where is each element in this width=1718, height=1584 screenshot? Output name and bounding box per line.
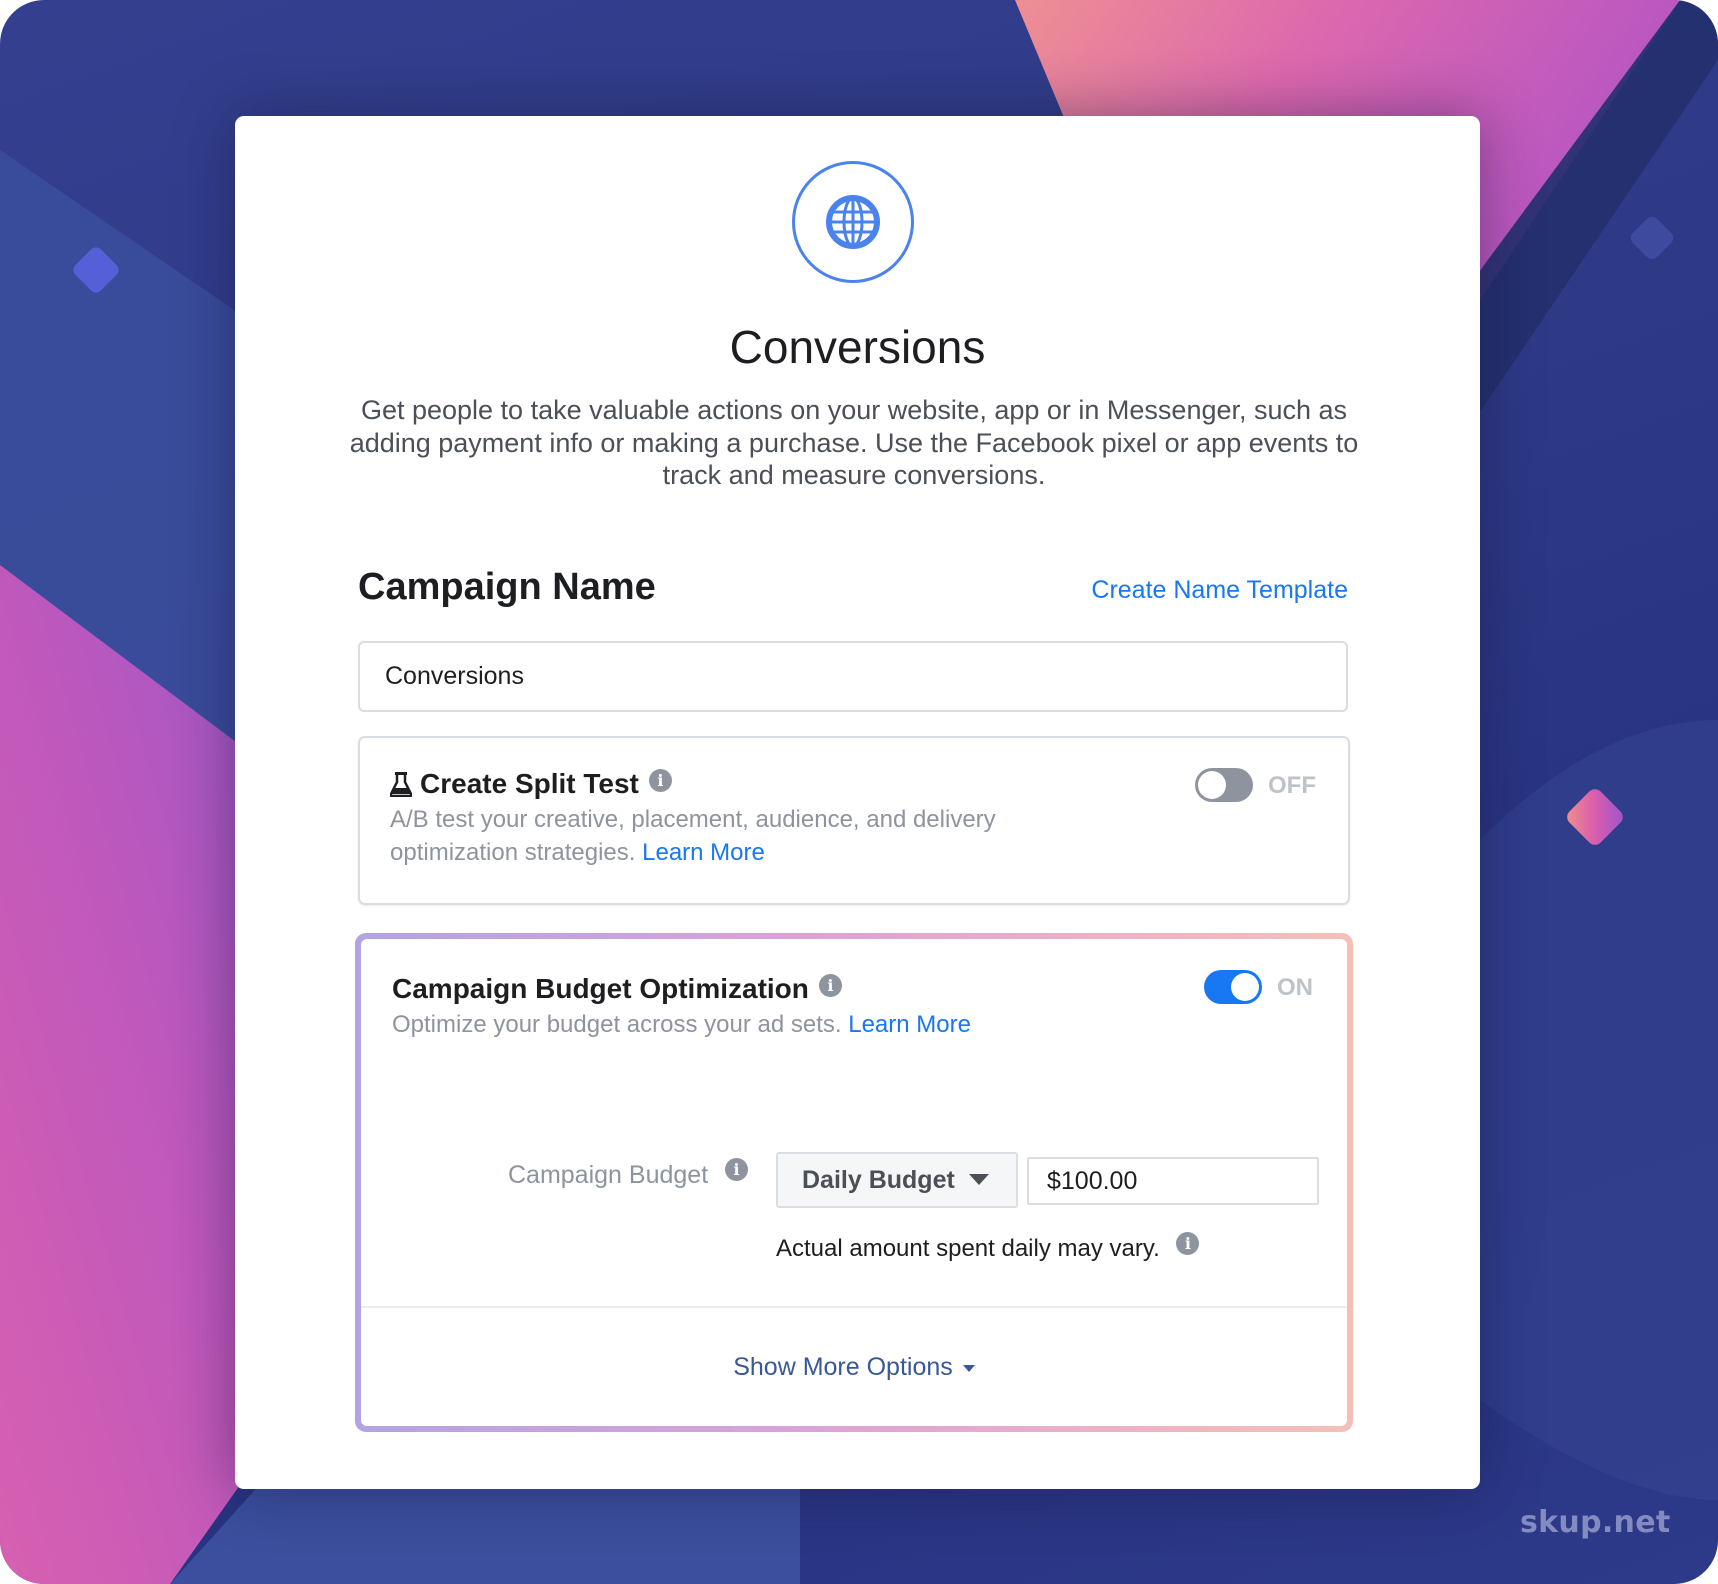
campaign-name-heading: Campaign Name bbox=[358, 566, 656, 608]
objective-icon bbox=[792, 161, 914, 283]
campaign-budget-label: Campaign Budget i bbox=[508, 1158, 749, 1190]
budget-type-dropdown[interactable]: Daily Budget bbox=[776, 1152, 1018, 1208]
cbo-panel-body: Campaign Budget Optimization i Optimize … bbox=[361, 939, 1347, 1426]
split-test-info-icon[interactable]: i bbox=[648, 768, 672, 792]
budget-note-text: Actual amount spent daily may vary. bbox=[776, 1235, 1160, 1262]
globe-icon bbox=[826, 195, 880, 249]
split-test-description: A/B test your creative, placement, audie… bbox=[390, 803, 1050, 869]
flask-icon bbox=[390, 772, 412, 797]
cbo-title-row: Campaign Budget Optimization i bbox=[392, 973, 842, 1005]
budget-note-info-icon[interactable]: i bbox=[1176, 1232, 1200, 1255]
show-more-options-button[interactable]: Show More Options bbox=[361, 1353, 1347, 1382]
cbo-toggle[interactable] bbox=[1204, 970, 1262, 1004]
split-test-title-row: Create Split Test i bbox=[390, 768, 672, 800]
cbo-toggle-label: ON bbox=[1277, 974, 1313, 1001]
budget-note: Actual amount spent daily may vary. i bbox=[776, 1232, 1200, 1263]
toggle-knob bbox=[1231, 973, 1259, 1001]
split-test-title: Create Split Test bbox=[420, 768, 639, 799]
create-name-template-link[interactable]: Create Name Template bbox=[1091, 576, 1348, 605]
dropdown-caret-icon bbox=[968, 1173, 989, 1185]
cbo-description: Optimize your budget across your ad sets… bbox=[392, 1008, 971, 1041]
cbo-title: Campaign Budget Optimization bbox=[392, 973, 809, 1004]
campaign-name-input[interactable] bbox=[358, 641, 1348, 712]
show-more-options-label: Show More Options bbox=[733, 1353, 953, 1381]
cbo-info-icon[interactable]: i bbox=[818, 973, 842, 997]
toggle-knob bbox=[1198, 771, 1226, 799]
split-test-learn-more-link[interactable]: Learn More bbox=[642, 839, 765, 866]
caret-down-icon bbox=[962, 1364, 975, 1372]
divider bbox=[361, 1306, 1347, 1308]
split-test-toggle-label: OFF bbox=[1268, 772, 1316, 799]
budget-type-value: Daily Budget bbox=[802, 1166, 955, 1194]
split-test-toggle[interactable] bbox=[1195, 768, 1253, 802]
split-test-panel: Create Split Test i A/B test your creati… bbox=[358, 736, 1350, 905]
budget-amount-input[interactable] bbox=[1027, 1157, 1319, 1205]
cbo-learn-more-link[interactable]: Learn More bbox=[848, 1011, 971, 1038]
campaign-budget-info-icon[interactable]: i bbox=[725, 1158, 749, 1181]
watermark: skup.net bbox=[1520, 1505, 1671, 1540]
cbo-description-text: Optimize your budget across your ad sets… bbox=[392, 1011, 842, 1038]
objective-description: Get people to take valuable actions on y… bbox=[349, 395, 1359, 490]
campaign-budget-label-text: Campaign Budget bbox=[508, 1161, 709, 1189]
objective-title: Conversions bbox=[729, 321, 986, 373]
cbo-panel: Campaign Budget Optimization i Optimize … bbox=[355, 933, 1353, 1432]
gem-right-icon bbox=[1630, 216, 1674, 260]
